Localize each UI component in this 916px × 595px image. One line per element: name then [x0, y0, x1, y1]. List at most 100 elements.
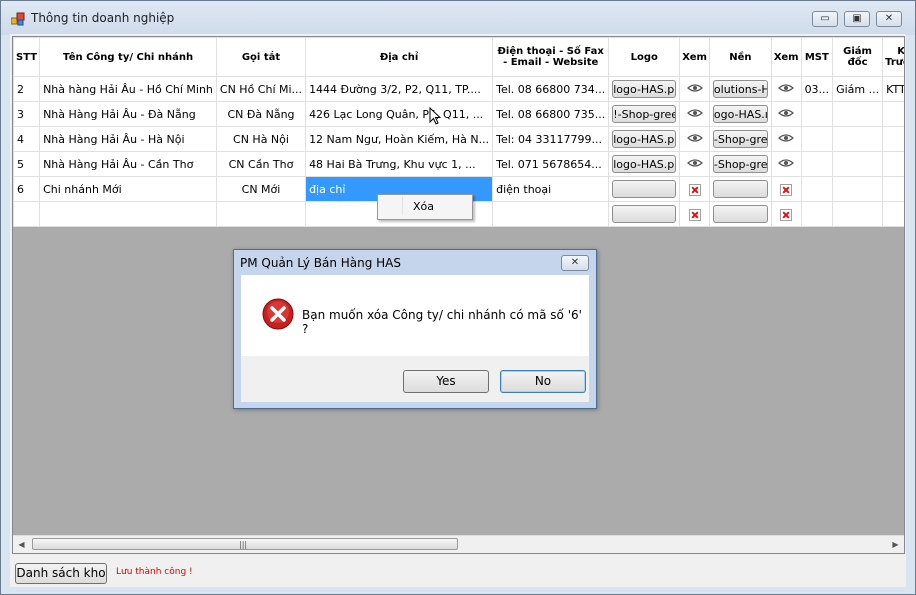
eye-icon[interactable] [686, 108, 703, 121]
view-cell[interactable] [679, 201, 710, 227]
view-cell[interactable] [679, 101, 710, 127]
phone-cell[interactable]: Tel: 04 33117799... [492, 126, 610, 152]
tax-code-cell[interactable] [800, 126, 834, 152]
logo-button[interactable]: logo-HAS.pı [612, 155, 677, 173]
director-cell[interactable]: Giám ... [832, 76, 884, 102]
view-cell[interactable] [679, 176, 710, 202]
yes-button[interactable]: Yes [403, 370, 489, 393]
table-row[interactable]: 2 Nhà hàng Hải Âu - Hồ Chí Minh CN Hồ Chí … [13, 76, 904, 102]
tax-code-cell[interactable] [800, 151, 834, 177]
logo-button[interactable] [612, 180, 677, 198]
address-cell[interactable]: 48 Hai Bà Trưng, Khu vực 1, ... [305, 151, 494, 177]
address-cell[interactable]: 1444 Đường 3/2, P2, Q11, TP.... [305, 76, 494, 102]
tax-code-cell[interactable] [800, 176, 834, 202]
chief-accountant-cell[interactable] [882, 151, 904, 177]
table-row[interactable]: 4 Nhà Hàng Hải Âu - Hà Nội CN Hà Nội 12 Nam… [13, 126, 904, 152]
logo-button[interactable]: !-Shop-gree [612, 105, 677, 123]
tax-code-cell[interactable] [800, 101, 834, 127]
scroll-thumb[interactable]: ||| [32, 538, 458, 550]
scroll-right-arrow-icon[interactable]: ▶ [887, 536, 904, 553]
eye-icon[interactable] [778, 133, 795, 146]
chief-accountant-cell[interactable] [882, 101, 904, 127]
column-header[interactable]: STT [13, 37, 41, 77]
short-name-cell[interactable]: CN Cần Thơ [215, 151, 307, 177]
background-button[interactable] [712, 180, 768, 198]
stt-cell[interactable] [13, 201, 41, 227]
address-cell[interactable]: 426 Lạc Long Quân, P5, Q11, ... [305, 101, 494, 127]
column-header[interactable]: Gọi tắt [215, 37, 307, 77]
column-header[interactable]: Địa chỉ [305, 37, 494, 77]
background-button[interactable]: olutions-HA [712, 80, 768, 98]
company-name-cell[interactable]: Nhà Hàng Hải Âu - Đà Nẵng [39, 101, 217, 127]
view-cell[interactable] [770, 76, 802, 102]
chief-accountant-cell[interactable]: KTT [882, 76, 904, 102]
view-cell[interactable] [679, 151, 710, 177]
eye-icon[interactable] [778, 158, 795, 171]
short-name-cell[interactable]: CN Đà Nẵng [215, 101, 307, 127]
short-name-cell[interactable]: CN Mới [215, 176, 307, 202]
address-cell[interactable]: 12 Nam Ngư, Hoàn Kiếm, Hà N... [305, 126, 494, 152]
view-cell[interactable] [770, 201, 802, 227]
dialog-close-icon[interactable]: ✕ [561, 255, 589, 271]
scroll-left-arrow-icon[interactable]: ◀ [13, 536, 30, 553]
company-name-cell[interactable]: Chi nhánh Mới [39, 176, 217, 202]
column-header[interactable]: Xem [679, 37, 710, 77]
short-name-cell[interactable]: CN Hà Nội [215, 126, 307, 152]
title-bar[interactable]: Thông tin doanh nghiệp ▭ ▣ ✕ [1, 1, 915, 35]
phone-cell[interactable]: Tel. 08 66800 735... [492, 101, 610, 127]
eye-icon[interactable] [686, 133, 703, 146]
column-header[interactable]: Xem [770, 37, 802, 77]
view-cell[interactable] [770, 101, 802, 127]
phone-cell[interactable] [492, 201, 610, 227]
maximize-icon[interactable]: ▣ [844, 11, 870, 27]
tax-code-cell[interactable]: 03... [800, 76, 834, 102]
column-header[interactable]: Giám đốc [832, 37, 884, 77]
director-cell[interactable] [832, 176, 884, 202]
broken-image-icon[interactable] [780, 208, 793, 221]
logo-button[interactable]: logo-HAS.pı [612, 130, 677, 148]
view-cell[interactable] [770, 126, 802, 152]
background-button[interactable] [712, 205, 768, 223]
minimize-icon[interactable]: ▭ [812, 11, 838, 27]
company-name-cell[interactable]: Nhà Hàng Hải Âu - Hà Nội [39, 126, 217, 152]
phone-cell[interactable]: Tel. 071 5678654... [492, 151, 610, 177]
phone-cell[interactable]: Tel. 08 66800 734... [492, 76, 610, 102]
column-header[interactable]: Nền [708, 37, 772, 77]
phone-cell[interactable]: điện thoại [492, 176, 610, 202]
chief-accountant-cell[interactable] [882, 126, 904, 152]
broken-image-icon[interactable] [688, 183, 701, 196]
director-cell[interactable] [832, 101, 884, 127]
logo-button[interactable] [612, 205, 677, 223]
director-cell[interactable] [832, 151, 884, 177]
background-button[interactable]: -Shop-gre [712, 155, 768, 173]
table-row[interactable]: 5 Nhà Hàng Hải Âu - Cần Thơ CN Cần Thơ 48 H… [13, 151, 904, 177]
eye-icon[interactable] [686, 158, 703, 171]
director-cell[interactable] [832, 201, 884, 227]
background-button[interactable]: -Shop-gre [712, 130, 768, 148]
warehouse-list-button[interactable]: Danh sách kho [15, 563, 107, 584]
stt-cell[interactable]: 5 [13, 151, 41, 177]
director-cell[interactable] [832, 126, 884, 152]
eye-icon[interactable] [686, 83, 703, 96]
company-name-cell[interactable]: Nhà hàng Hải Âu - Hồ Chí Minh [39, 76, 217, 102]
column-header[interactable]: Điện thoại - Số Fax - Email - Website [492, 37, 610, 77]
view-cell[interactable] [770, 151, 802, 177]
chief-accountant-cell[interactable] [882, 201, 904, 227]
context-menu-delete[interactable]: Xóa [413, 200, 434, 213]
table-row[interactable]: 3 Nhà Hàng Hải Âu - Đà Nẵng CN Đà Nẵng 426 … [13, 101, 904, 127]
view-cell[interactable] [679, 126, 710, 152]
short-name-cell[interactable]: CN Hồ Chí Mi... [215, 76, 307, 102]
stt-cell[interactable]: 6 [13, 176, 41, 202]
column-header[interactable]: Logo [608, 37, 681, 77]
logo-button[interactable]: logo-HAS.pı [612, 80, 677, 98]
no-button[interactable]: No [500, 370, 586, 393]
broken-image-icon[interactable] [780, 183, 793, 196]
column-header[interactable]: MST [800, 37, 834, 77]
short-name-cell[interactable] [215, 201, 307, 227]
view-cell[interactable] [679, 76, 710, 102]
eye-icon[interactable] [778, 83, 795, 96]
stt-cell[interactable]: 2 [13, 76, 41, 102]
company-name-cell[interactable]: Nhà Hàng Hải Âu - Cần Thơ [39, 151, 217, 177]
stt-cell[interactable]: 3 [13, 101, 41, 127]
view-cell[interactable] [770, 176, 802, 202]
